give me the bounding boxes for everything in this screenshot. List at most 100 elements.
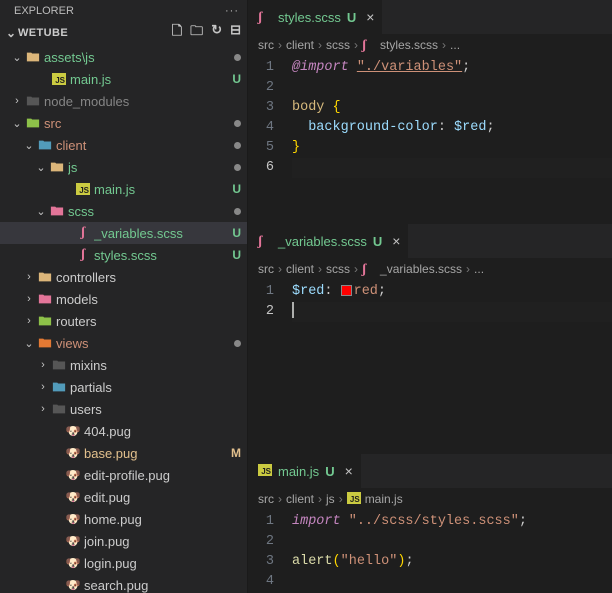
tab-main-js[interactable]: JS main.js U × [248,454,362,488]
crumb[interactable]: _variables.scss [380,262,462,276]
tab-styles-scss[interactable]: ʃ styles.scss U × [248,0,383,34]
close-icon[interactable]: × [392,233,400,249]
crumb[interactable]: client [286,492,314,506]
crumb[interactable]: client [286,38,314,52]
folder-icon [24,50,42,64]
crumb[interactable]: scss [326,262,350,276]
pug-icon: 🐶 [64,556,82,570]
chevron-down-icon: ⌄ [4,26,18,40]
file-label: join.pug [84,534,241,549]
line-number: 1 [248,512,292,532]
tree-file-search-pug[interactable]: ·🐶search.pug [0,574,247,593]
tree-file-404-pug[interactable]: ·🐶404.pug [0,420,247,442]
scss-icon: ʃ [74,247,92,263]
tree-folder-mixins[interactable]: › mixins [0,354,247,376]
chevron-right-icon: › [442,38,446,52]
crumb[interactable]: js [326,492,335,506]
line-number: 1 [248,282,292,302]
tree-folder-node-modules[interactable]: › node_modules [0,90,247,112]
crumb[interactable]: src [258,492,274,506]
close-icon[interactable]: × [345,463,353,479]
tree-folder-client[interactable]: ⌄ client [0,134,247,156]
folder-icon [50,402,68,416]
crumb[interactable]: src [258,262,274,276]
chevron-down-icon: ⌄ [10,51,24,64]
tree-folder-scss[interactable]: ⌄ scss [0,200,247,222]
file-label: login.pug [84,556,241,571]
crumb[interactable]: ... [474,262,484,276]
crumb[interactable]: client [286,262,314,276]
code-editor[interactable]: 1import "../scss/styles.scss"; 2 3alert(… [248,510,612,593]
refresh-icon[interactable]: ↻ [211,22,222,44]
new-folder-icon[interactable]: 🗀 [190,22,203,44]
breadcrumb[interactable]: src› client› scss› ʃ _variables.scss› ..… [248,258,612,280]
file-label: src [44,116,230,131]
file-label: client [56,138,230,153]
breadcrumb[interactable]: src› client› js› JS main.js [248,488,612,510]
tree-file-login-pug[interactable]: ·🐶login.pug [0,552,247,574]
modified-dot-icon [234,142,241,149]
crumb[interactable]: src [258,38,274,52]
crumb[interactable]: styles.scss [380,38,438,52]
more-icon[interactable]: ··· [225,5,239,17]
crumb[interactable]: ... [450,38,460,52]
tree-file-base-pug[interactable]: ·🐶base.pugM [0,442,247,464]
editor-pane-3: JS main.js U × src› client› js› JS main.… [248,454,612,593]
chevron-right-icon: › [318,492,322,506]
tree-folder-partials[interactable]: › partials [0,376,247,398]
file-label: 404.pug [84,424,241,439]
git-status: M [225,446,241,460]
project-header[interactable]: ⌄ WETUBE 🗋 🗀 ↻ ⊟ [0,22,247,44]
tab-variables-scss[interactable]: ʃ _variables.scss U × [248,224,409,258]
pug-icon: 🐶 [64,424,82,438]
file-label: search.pug [84,578,241,593]
crumb[interactable]: scss [326,38,350,52]
folder-icon [50,358,68,372]
tree-folder-views[interactable]: ⌄ views [0,332,247,354]
tree-folder-assets-js[interactable]: ⌄ assets\js [0,46,247,68]
tree-folder-src[interactable]: ⌄ src [0,112,247,134]
chevron-right-icon: › [10,95,24,107]
chevron-right-icon: › [354,262,358,276]
collapse-icon[interactable]: ⊟ [230,22,241,44]
file-label: partials [70,380,241,395]
tree-file-edit-pug[interactable]: ·🐶edit.pug [0,486,247,508]
line-number: 2 [248,532,292,552]
tree-file-join-pug[interactable]: ·🐶join.pug [0,530,247,552]
chevron-right-icon: › [278,492,282,506]
git-status: U [226,182,241,196]
modified-dot-icon [234,208,241,215]
line-number: 4 [248,118,292,138]
tree-folder-routers[interactable]: › routers [0,310,247,332]
tree-file-home-pug[interactable]: ·🐶home.pug [0,508,247,530]
file-label: js [68,160,230,175]
tree-folder-models[interactable]: › models [0,288,247,310]
code-editor[interactable]: 1$red: red; 2 [248,280,612,454]
tree-file-main-js[interactable]: · JS main.js U [0,68,247,90]
file-label: base.pug [84,446,225,461]
folder-icon [24,94,42,108]
pug-icon: 🐶 [64,578,82,592]
tree-folder-controllers[interactable]: › controllers [0,266,247,288]
close-icon[interactable]: × [366,9,374,25]
line-number: 5 [248,138,292,158]
tree-file-variables-scss[interactable]: · ʃ _variables.scss U [0,222,247,244]
tab-label: styles.scss [278,10,341,25]
breadcrumb[interactable]: src› client› scss› ʃ styles.scss› ... [248,34,612,56]
folder-icon [36,270,54,284]
code-editor[interactable]: 1@import "./variables"; 2 3body { 4 back… [248,56,612,224]
pug-icon: 🐶 [64,446,82,460]
tree-file-client-main-js[interactable]: · JS main.js U [0,178,247,200]
scss-icon: ʃ [362,262,376,276]
tree-file-styles-scss[interactable]: · ʃ styles.scss U [0,244,247,266]
crumb[interactable]: main.js [365,492,403,506]
file-label: mixins [70,358,241,373]
editor-pane-2: ʃ _variables.scss U × src› client› scss›… [248,224,612,454]
git-status: U [226,248,241,262]
tree-file-edit-profile-pug[interactable]: ·🐶edit-profile.pug [0,464,247,486]
tree-folder-js[interactable]: ⌄ js [0,156,247,178]
new-file-icon[interactable]: 🗋 [172,22,182,44]
tree-folder-users[interactable]: › users [0,398,247,420]
editor-area: ʃ styles.scss U × src › client › scss › ʃ s… [248,0,612,593]
explorer-header: EXPLORER ··· [0,0,247,22]
